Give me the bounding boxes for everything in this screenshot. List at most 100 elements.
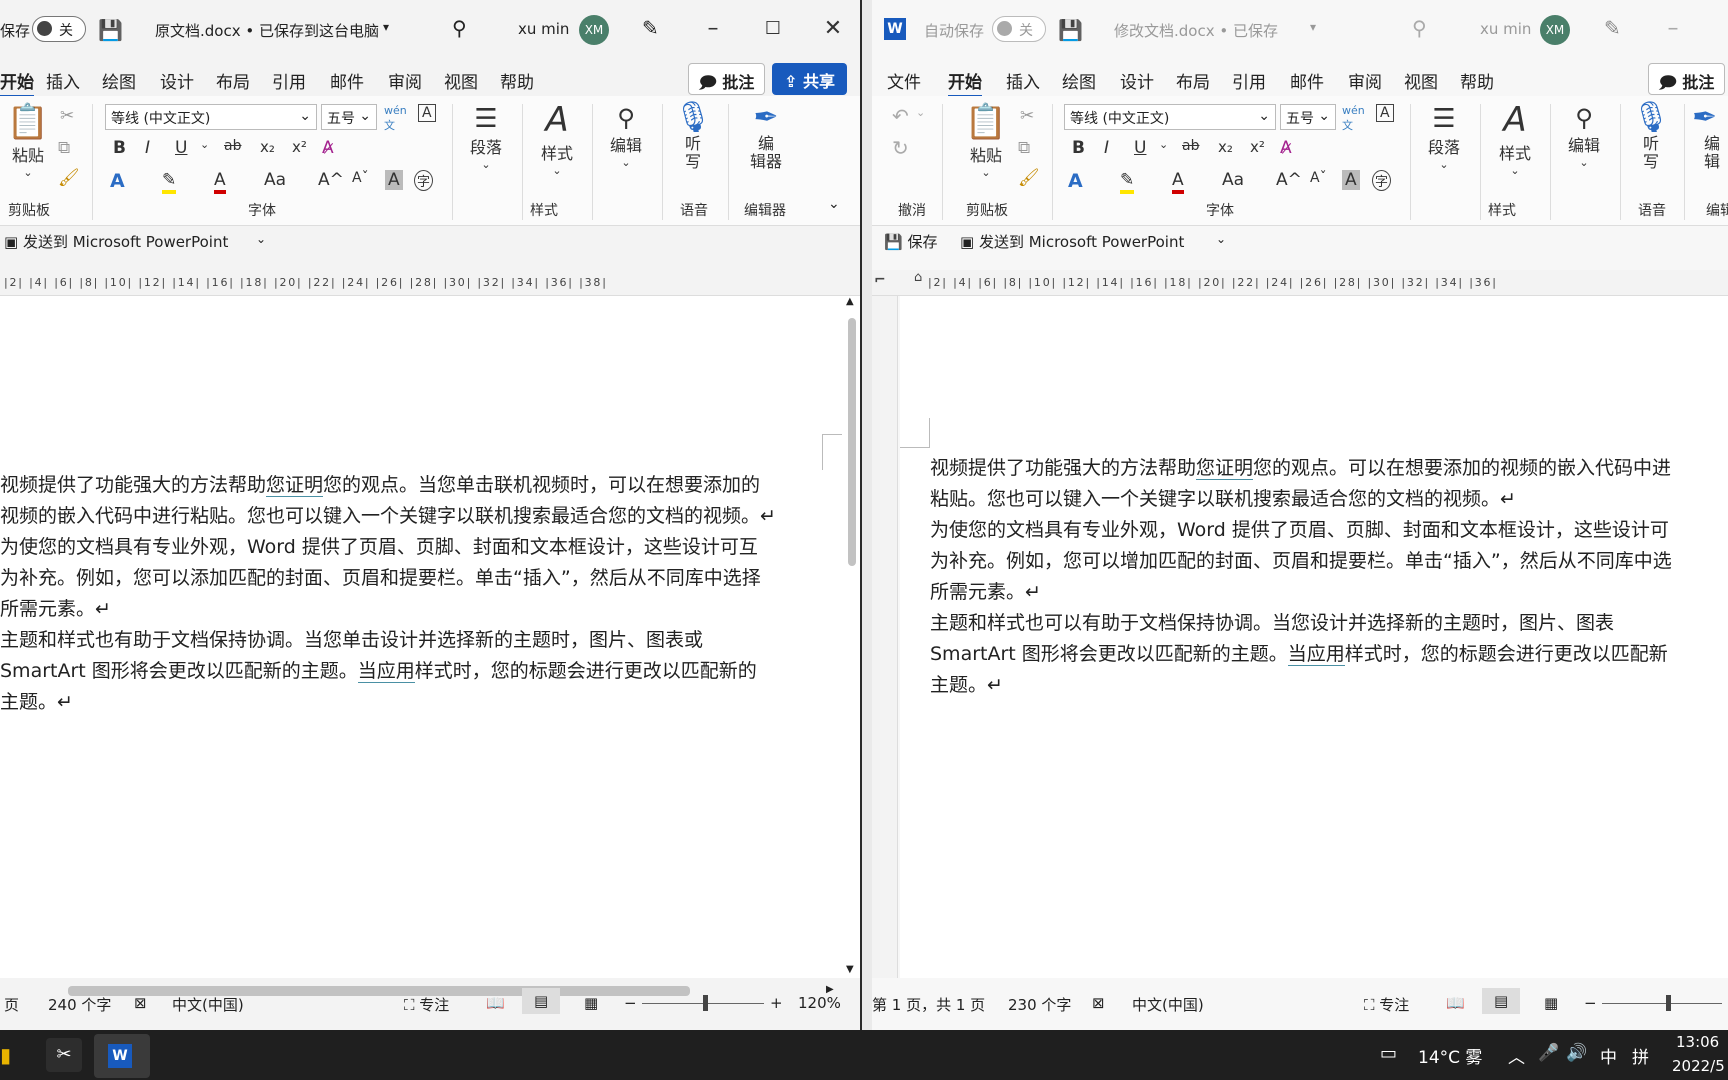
avatar[interactable]: XM bbox=[1540, 15, 1570, 45]
subscript-icon[interactable]: x₂ bbox=[260, 138, 275, 156]
document-title[interactable]: 修改文档.docx • 已保存 bbox=[1114, 20, 1278, 41]
char-shading-icon[interactable]: A bbox=[1342, 170, 1360, 190]
char-border-icon[interactable]: A bbox=[1376, 104, 1394, 122]
dictate-button[interactable]: 🎙 听 写 bbox=[672, 100, 714, 171]
paragraph-button[interactable]: ☰ 段落 ⌄ bbox=[1420, 104, 1468, 171]
char-shading-icon[interactable]: A bbox=[385, 170, 403, 190]
subscript-icon[interactable]: x₂ bbox=[1218, 138, 1233, 156]
search-icon[interactable]: ⚲ bbox=[1412, 16, 1427, 40]
tray-chevron-icon[interactable]: ︿ bbox=[1508, 1043, 1525, 1068]
enclose-char-icon[interactable]: 字 bbox=[1372, 170, 1392, 191]
file-explorer-icon[interactable]: ▮ bbox=[0, 1043, 11, 1067]
tab-file[interactable]: 文件 bbox=[887, 68, 921, 93]
grow-font-icon[interactable]: A^ bbox=[1276, 170, 1302, 190]
phonetic-guide-icon[interactable]: wén 文 bbox=[1342, 104, 1365, 133]
zoom-level[interactable]: 120% bbox=[798, 994, 841, 1012]
pen-icon[interactable]: ✎ bbox=[1604, 16, 1621, 40]
autosave-toggle[interactable]: 关 bbox=[992, 16, 1046, 42]
ime-mode[interactable]: 拼 bbox=[1632, 1043, 1649, 1068]
send-to-ppt-button[interactable]: ▣ 发送到 Microsoft PowerPoint bbox=[4, 231, 228, 252]
tab-references[interactable]: 引用 bbox=[1232, 68, 1266, 93]
tab-insert[interactable]: 插入 bbox=[46, 68, 80, 93]
text-effects-icon[interactable]: A bbox=[110, 170, 125, 192]
styles-button[interactable]: A 样式 ⌄ bbox=[532, 100, 582, 177]
strikethrough-icon[interactable]: ab bbox=[224, 138, 241, 154]
qat-customize-icon[interactable]: ⌄ bbox=[256, 232, 266, 246]
tab-layout[interactable]: 布局 bbox=[216, 68, 250, 93]
underline-dropdown-icon[interactable]: ⌄ bbox=[1159, 138, 1168, 151]
print-layout-icon[interactable]: ▤ bbox=[1482, 988, 1521, 1014]
tab-draw[interactable]: 绘图 bbox=[102, 68, 136, 93]
enclose-char-icon[interactable]: 字 bbox=[414, 170, 434, 191]
underline-icon[interactable]: U bbox=[175, 138, 187, 158]
zoom-in-icon[interactable]: + bbox=[770, 994, 783, 1012]
user-name[interactable]: xu min bbox=[1480, 20, 1531, 38]
taskbar-word-button[interactable]: W bbox=[94, 1034, 150, 1078]
char-border-icon[interactable]: A bbox=[418, 104, 436, 122]
send-to-ppt-button[interactable]: ▣ 发送到 Microsoft PowerPoint bbox=[960, 231, 1184, 252]
format-painter-icon[interactable]: 🖌 bbox=[58, 168, 80, 188]
close-icon[interactable]: ✕ bbox=[818, 14, 848, 44]
comment-button[interactable]: 🗩 批注 bbox=[1648, 63, 1726, 95]
zoom-out-icon[interactable]: − bbox=[1584, 994, 1597, 1012]
comment-button[interactable]: 🗩 批注 bbox=[688, 63, 766, 95]
italic-icon[interactable]: I bbox=[145, 138, 150, 158]
clock-date[interactable]: 2022/5 bbox=[1672, 1057, 1725, 1075]
proofing-icon[interactable]: ⊠ bbox=[134, 994, 147, 1012]
share-button[interactable]: ⇪ 共享 bbox=[772, 63, 847, 95]
word-count[interactable]: 230 个字 bbox=[1008, 994, 1071, 1015]
tab-layout[interactable]: 布局 bbox=[1176, 68, 1210, 93]
cut-icon[interactable]: ✂ bbox=[1020, 106, 1034, 126]
font-color-icon[interactable]: A bbox=[214, 170, 226, 194]
tab-home[interactable]: 开始 bbox=[948, 68, 982, 98]
editing-button[interactable]: ⚲ 编辑 ⌄ bbox=[1560, 104, 1608, 169]
tab-stop-selector[interactable]: ⌐ bbox=[874, 272, 886, 288]
font-name-select[interactable]: 等线 (中文正文) ⌄ bbox=[1064, 104, 1276, 130]
search-icon[interactable]: ⚲ bbox=[452, 16, 467, 40]
title-dropdown-icon[interactable]: ▾ bbox=[383, 20, 389, 34]
document-title[interactable]: 原文档.docx • 已保存到这台电脑 bbox=[155, 20, 379, 41]
save-icon[interactable]: 💾 bbox=[1058, 18, 1083, 42]
horizontal-ruler[interactable]: |2| |4| |6| |8| |10| |12| |14| |16| |18|… bbox=[0, 270, 860, 296]
minimize-icon[interactable]: – bbox=[1658, 14, 1688, 44]
word-count[interactable]: 240 个字 bbox=[48, 994, 111, 1015]
font-size-select[interactable]: 五号 ⌄ bbox=[321, 104, 377, 130]
tab-help[interactable]: 帮助 bbox=[1460, 68, 1494, 93]
web-layout-icon[interactable]: ▦ bbox=[584, 994, 598, 1012]
clear-format-icon[interactable]: A̷ bbox=[322, 138, 334, 158]
highlight-icon[interactable]: ✎ bbox=[162, 170, 177, 194]
zoom-thumb[interactable] bbox=[703, 995, 708, 1011]
indent-marker-icon[interactable]: ⌂ bbox=[914, 270, 922, 285]
pen-icon[interactable]: ✎ bbox=[642, 16, 659, 40]
avatar[interactable]: XM bbox=[579, 15, 609, 45]
editor-button[interactable]: ✒ 编 辑 bbox=[1692, 100, 1728, 171]
read-mode-icon[interactable]: 📖 bbox=[1446, 994, 1465, 1012]
news-widget-icon[interactable]: ▭ bbox=[1380, 1043, 1397, 1064]
undo-icon[interactable]: ↶ bbox=[892, 104, 909, 128]
shrink-font-icon[interactable]: Aˇ bbox=[1310, 170, 1327, 186]
format-painter-icon[interactable]: 🖌 bbox=[1018, 168, 1040, 188]
underline-icon[interactable]: U bbox=[1134, 138, 1146, 158]
tab-view[interactable]: 视图 bbox=[1404, 68, 1438, 93]
read-mode-icon[interactable]: 📖 bbox=[486, 994, 505, 1012]
copy-icon[interactable]: ⧉ bbox=[58, 138, 70, 158]
document-page[interactable]: 视频提供了功能强大的方法帮助您证明您的观点。当您单击联机视频时，可以在想要添加的… bbox=[0, 296, 860, 996]
qat-customize-icon[interactable]: ⌄ bbox=[1216, 232, 1226, 246]
volume-icon[interactable]: 🔊 bbox=[1566, 1043, 1587, 1063]
paste-button[interactable]: 📋 粘贴 ⌄ bbox=[6, 102, 50, 179]
bold-icon[interactable]: B bbox=[113, 138, 126, 158]
focus-button[interactable]: ⛶ 专注 bbox=[404, 994, 449, 1015]
tab-references[interactable]: 引用 bbox=[272, 68, 306, 93]
proofing-icon[interactable]: ⊠ bbox=[1092, 994, 1105, 1012]
change-case-icon[interactable]: Aa bbox=[264, 170, 286, 190]
vertical-ruler[interactable] bbox=[872, 296, 898, 978]
bold-icon[interactable]: B bbox=[1072, 138, 1085, 158]
clock-time[interactable]: 13:06 bbox=[1676, 1033, 1719, 1051]
font-color-icon[interactable]: A bbox=[1172, 170, 1184, 194]
paste-button[interactable]: 📋 粘贴 ⌄ bbox=[964, 102, 1008, 179]
tab-review[interactable]: 审阅 bbox=[1348, 68, 1382, 93]
tab-mailings[interactable]: 邮件 bbox=[330, 68, 364, 93]
dictate-button[interactable]: 🎙 听 写 bbox=[1630, 100, 1672, 171]
undo-dropdown-icon[interactable]: ⌄ bbox=[916, 106, 925, 119]
zoom-slider[interactable] bbox=[1602, 1003, 1722, 1004]
